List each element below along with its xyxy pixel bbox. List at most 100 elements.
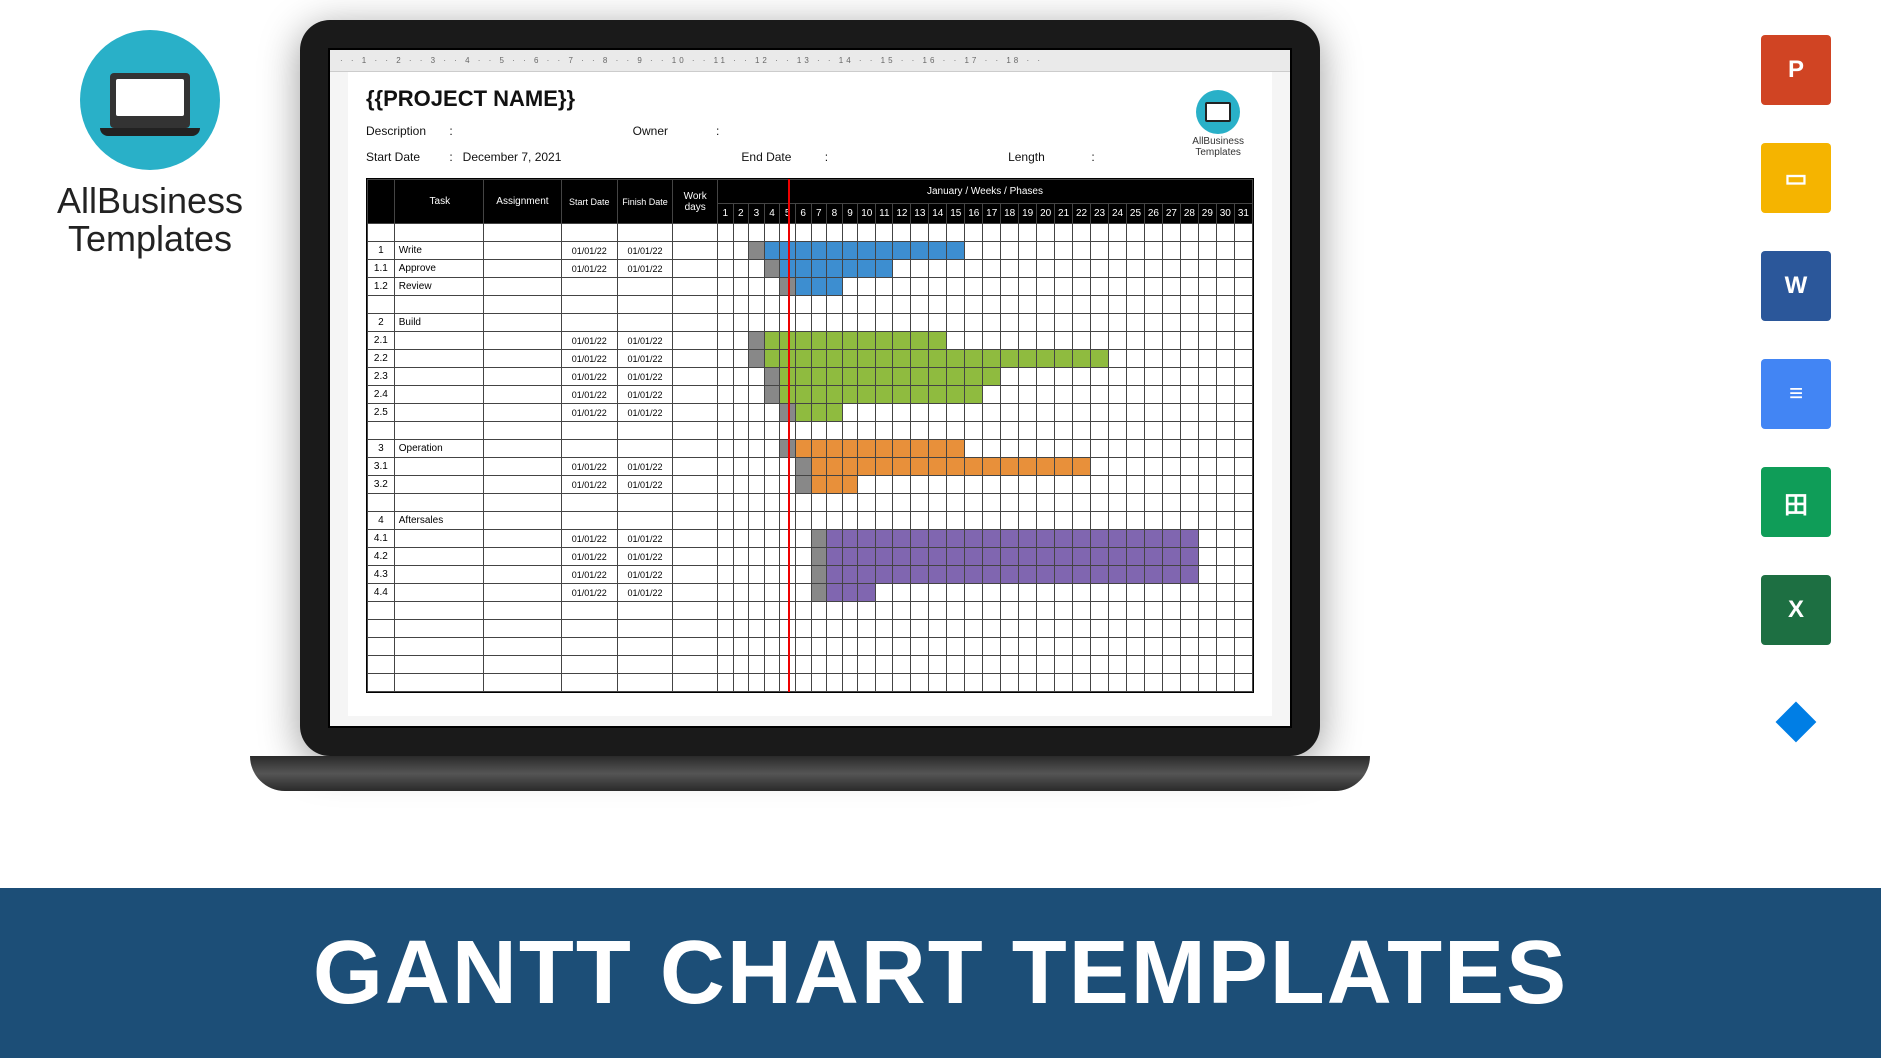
- bar-green: [947, 350, 965, 368]
- cell: [749, 224, 765, 242]
- google-sheets-icon[interactable]: 田: [1761, 467, 1831, 537]
- bar-green: [876, 350, 893, 368]
- cell: [1109, 620, 1127, 638]
- bar-purple: [1037, 548, 1055, 566]
- cell: [1073, 296, 1091, 314]
- powerpoint-icon[interactable]: P: [1761, 35, 1831, 105]
- cell: [1091, 296, 1109, 314]
- cell: [1180, 404, 1198, 422]
- excel-icon[interactable]: X: [1761, 575, 1831, 645]
- row-task: Aftersales: [394, 512, 483, 530]
- bar-lead: [795, 458, 811, 476]
- cell: [876, 314, 893, 332]
- row-cell: [673, 656, 718, 674]
- cell: [1144, 674, 1162, 692]
- cell: [858, 638, 876, 656]
- cell: [911, 512, 929, 530]
- cell: [965, 656, 983, 674]
- google-docs-icon[interactable]: ≡: [1761, 359, 1831, 429]
- cell: [1216, 638, 1234, 656]
- gantt-row: 3.201/01/2201/01/22: [368, 476, 1253, 494]
- bar-orange: [842, 440, 858, 458]
- cell: [764, 548, 780, 566]
- bar-purple: [965, 566, 983, 584]
- cell: [717, 278, 733, 296]
- bar-green: [876, 332, 893, 350]
- bar-purple: [1180, 530, 1198, 548]
- cell: [749, 530, 765, 548]
- cell: [893, 260, 911, 278]
- cell: [811, 224, 827, 242]
- cell: [1144, 278, 1162, 296]
- cell: [1162, 620, 1180, 638]
- bar-green: [827, 332, 843, 350]
- cell: [911, 620, 929, 638]
- cell: [876, 584, 893, 602]
- cell: [795, 530, 811, 548]
- cell: [717, 602, 733, 620]
- row-id: 4.4: [368, 584, 395, 602]
- cell: [1037, 260, 1055, 278]
- word-icon[interactable]: W: [1761, 251, 1831, 321]
- cell: [1180, 386, 1198, 404]
- google-slides-icon[interactable]: ▭: [1761, 143, 1831, 213]
- cell: [1001, 476, 1019, 494]
- cell: [795, 422, 811, 440]
- cell: [1019, 332, 1037, 350]
- cell: [858, 602, 876, 620]
- cell: [1109, 368, 1127, 386]
- bar-purple: [842, 530, 858, 548]
- bar-purple: [983, 530, 1001, 548]
- row-start: [561, 620, 617, 638]
- cell: [1162, 332, 1180, 350]
- cell: [983, 404, 1001, 422]
- bar-green: [965, 386, 983, 404]
- cell: [795, 674, 811, 692]
- row-id: 4: [368, 512, 395, 530]
- row-finish: [617, 674, 673, 692]
- row-start: [561, 314, 617, 332]
- row-start: 01/01/22: [561, 260, 617, 278]
- row-start: [561, 674, 617, 692]
- bar-lead: [749, 332, 765, 350]
- gantt-row: [368, 494, 1253, 512]
- cell: [1234, 242, 1252, 260]
- dropbox-icon[interactable]: ⬥: [1761, 683, 1831, 753]
- cell: [1234, 476, 1252, 494]
- row-start: 01/01/22: [561, 584, 617, 602]
- laptop-screen: · · 1 · · 2 · · 3 · · 4 · · 5 · · 6 · · …: [328, 48, 1292, 728]
- row-cell: [673, 512, 718, 530]
- cell: [1055, 494, 1073, 512]
- cell: [1234, 638, 1252, 656]
- cell: [947, 620, 965, 638]
- cell: [780, 296, 796, 314]
- bar-blue: [842, 260, 858, 278]
- cell: [1109, 296, 1127, 314]
- cell: [733, 620, 749, 638]
- row-cell: [673, 224, 718, 242]
- cell: [1162, 386, 1180, 404]
- cell: [1037, 314, 1055, 332]
- row-cell: [673, 566, 718, 584]
- cell: [1216, 476, 1234, 494]
- gantt-row: 4.301/01/2201/01/22: [368, 566, 1253, 584]
- bar-green: [795, 332, 811, 350]
- cell: [1162, 602, 1180, 620]
- bar-green: [842, 332, 858, 350]
- cell: [1073, 368, 1091, 386]
- bar-green: [827, 386, 843, 404]
- row-start: 01/01/22: [561, 548, 617, 566]
- bar-orange: [893, 440, 911, 458]
- gantt-row: [368, 602, 1253, 620]
- bar-purple: [842, 566, 858, 584]
- cell: [1055, 674, 1073, 692]
- bar-purple: [1144, 548, 1162, 566]
- bar-green: [842, 368, 858, 386]
- row-start: 01/01/22: [561, 458, 617, 476]
- row-cell: [483, 656, 561, 674]
- day-7: 7: [811, 204, 827, 224]
- cell: [1198, 224, 1216, 242]
- cell: [764, 422, 780, 440]
- cell: [858, 296, 876, 314]
- cell: [1091, 620, 1109, 638]
